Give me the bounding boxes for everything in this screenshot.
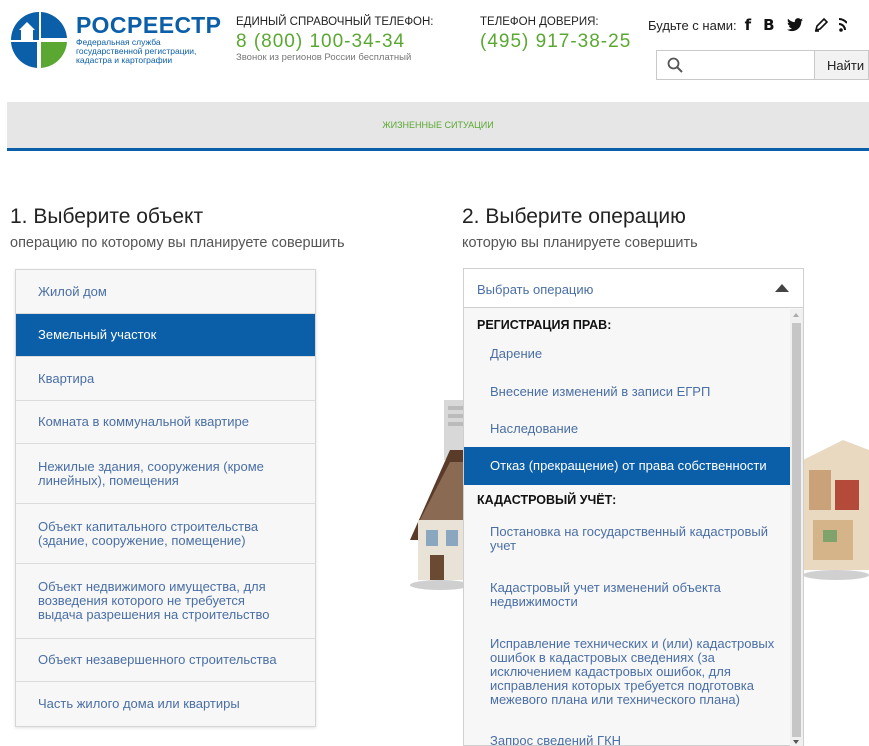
operation-item-gkn-request[interactable]: Запрос сведений ГКН (464, 721, 803, 746)
step2-title: 2. Выберите операцию (462, 205, 686, 228)
operation-item-egrp-changes[interactable]: Внесение изменений в записи ЕГРП (464, 373, 803, 410)
operation-item-inheritance[interactable]: Наследование (464, 410, 803, 447)
operation-select[interactable]: Выбрать операцию (463, 268, 804, 308)
object-item-part-of-house[interactable]: Часть жилого дома или квартиры (16, 682, 315, 726)
object-item-label: Часть жилого дома или квартиры (38, 696, 240, 711)
step2-subtitle: которую вы планируете совершить (462, 235, 698, 251)
object-item-label: Объект незавершенного строительства (38, 652, 277, 667)
operation-dropdown-panel: РЕГИСТРАЦИЯ ПРАВ: Дарение Внесение измен… (463, 308, 804, 746)
object-item-non-residential[interactable]: Нежилые здания, сооружения (кроме линейн… (16, 444, 315, 504)
brand-subtitle: Федеральная служба государственной регис… (76, 37, 197, 65)
operation-item-label: Внесение изменений в записи ЕГРП (490, 383, 711, 399)
nav-item-life-situations[interactable]: ЖИЗНЕННЫЕ СИТУАЦИИ (7, 120, 869, 130)
object-item-label: Объект капитального строительства (здани… (38, 518, 259, 548)
hotline-note: Звонок из регионов России бесплатный (236, 52, 412, 63)
step1-subtitle: операцию по которому вы планируете совер… (10, 235, 345, 251)
search-input[interactable] (691, 51, 811, 79)
operation-item-cadastral-changes[interactable]: Кадастровый учет изменений объекта недви… (464, 567, 803, 623)
object-item-house[interactable]: Жилой дом (16, 270, 315, 314)
operation-item-label: Отказ (прекращение) от права собственнос… (490, 458, 767, 473)
operation-item-cadastral-registration[interactable]: Постановка на государственный кадастровы… (464, 511, 803, 567)
object-list: Жилой дом Земельный участок Квартира Ком… (15, 269, 316, 727)
social-links: Будьте с нами: f B (648, 16, 847, 34)
operation-item-label: Постановка на государственный кадастровы… (490, 524, 769, 553)
social-label: Будьте с нами: (648, 17, 737, 33)
rosreestr-logo-icon[interactable] (9, 10, 69, 70)
object-item-land-plot[interactable]: Земельный участок (16, 314, 315, 357)
blog-icon[interactable] (814, 18, 828, 32)
hotline-number[interactable]: 8 (800) 100-34-34 (236, 31, 434, 53)
trust-line-block: ТЕЛЕФОН ДОВЕРИЯ: (495) 917-38-25 (480, 16, 631, 53)
chevron-up-icon[interactable] (775, 284, 789, 292)
object-item-label: Комната в коммунальной квартире (38, 414, 249, 429)
operation-item-label: Дарение (490, 346, 543, 361)
house-illustration-right (803, 440, 869, 580)
operation-item-error-correction[interactable]: Исправление технических и (или) кадастро… (464, 623, 803, 721)
operation-item-label: Кадастровый учет изменений объекта недви… (490, 580, 721, 609)
dropdown-scrollbar[interactable] (790, 309, 803, 746)
trust-line-label: ТЕЛЕФОН ДОВЕРИЯ: (480, 16, 599, 28)
operation-item-label: Исправление технических и (или) кадастро… (490, 636, 775, 707)
hotline-label: ЕДИНЫЙ СПРАВОЧНЫЙ ТЕЛЕФОН: (236, 16, 434, 28)
scroll-up-icon[interactable] (793, 313, 799, 317)
object-item-label: Нежилые здания, сооружения (кроме линейн… (38, 458, 264, 488)
object-item-label: Земельный участок (38, 327, 157, 342)
scroll-down-icon[interactable] (793, 740, 799, 744)
search-field[interactable] (656, 50, 814, 80)
object-item-unfinished-construction[interactable]: Объект незавершенного строительства (16, 639, 315, 682)
hotline-block: ЕДИНЫЙ СПРАВОЧНЫЙ ТЕЛЕФОН: 8 (800) 100-3… (236, 16, 434, 63)
object-item-label: Жилой дом (38, 283, 107, 299)
vk-icon[interactable]: B (763, 16, 774, 34)
object-item-label: Квартира (38, 370, 95, 386)
group-title-cadastral: КАДАСТРОВЫЙ УЧЁТ: (477, 493, 617, 507)
nav-band: ЖИЗНЕННЫЕ СИТУАЦИИ (7, 102, 869, 148)
object-item-capital-construction[interactable]: Объект капитального строительства (здани… (16, 504, 315, 564)
operation-item-ownership-refusal[interactable]: Отказ (прекращение) от права собственнос… (464, 447, 803, 485)
facebook-icon[interactable]: f (745, 16, 752, 34)
nav-divider (7, 148, 869, 151)
rss-icon[interactable] (838, 18, 847, 32)
twitter-icon[interactable] (786, 18, 803, 32)
object-item-apartment[interactable]: Квартира (16, 357, 315, 401)
object-item-communal-room[interactable]: Комната в коммунальной квартире (16, 401, 315, 444)
brand-block[interactable]: РОСРЕЕСТР Федеральная служба государстве… (76, 14, 222, 65)
house-illustration (410, 400, 468, 590)
trust-line-number[interactable]: (495) 917-38-25 (480, 31, 631, 53)
object-item-no-permit-object[interactable]: Объект недвижимого имущества, для возвед… (16, 564, 315, 639)
step1-title: 1. Выберите объект (10, 205, 204, 228)
object-item-label: Объект недвижимого имущества, для возвед… (38, 579, 270, 622)
operation-item-label: Запрос сведений ГКН (490, 733, 622, 746)
scroll-thumb[interactable] (792, 323, 801, 737)
group-title-rights-registration: РЕГИСТРАЦИЯ ПРАВ: (477, 318, 612, 332)
search-form: Найти (656, 50, 869, 80)
operation-item-label: Наследование (490, 420, 579, 436)
operation-select-label: Выбрать операцию (477, 282, 594, 297)
site-header: РОСРЕЕСТР Федеральная служба государстве… (0, 0, 869, 100)
search-button[interactable]: Найти (814, 50, 869, 80)
brand-name: РОСРЕЕСТР (76, 12, 222, 38)
search-icon (667, 57, 683, 73)
operation-item-gift[interactable]: Дарение (464, 335, 803, 373)
